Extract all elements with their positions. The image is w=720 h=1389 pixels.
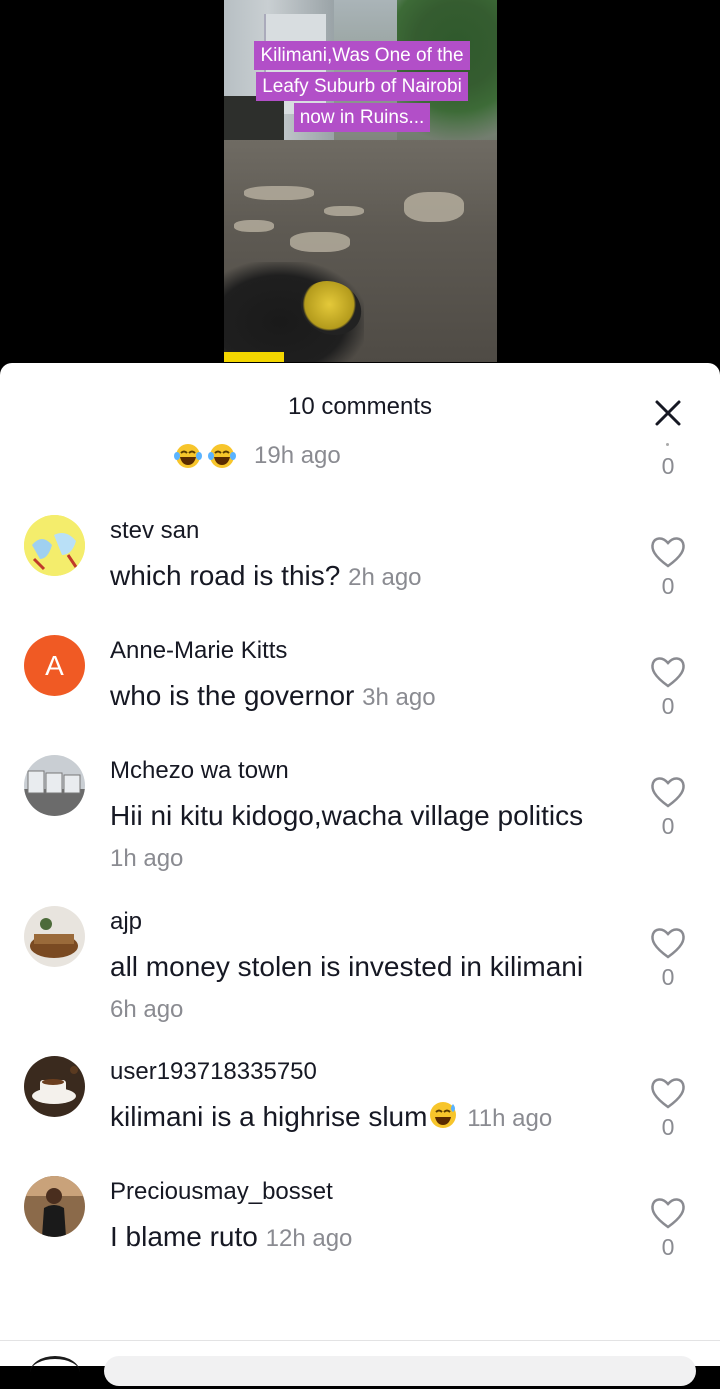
heart-icon bbox=[651, 1078, 685, 1109]
comment-timestamp: 19h ago bbox=[254, 442, 341, 469]
comment-username[interactable]: Preciousmay_bosset bbox=[110, 1178, 333, 1206]
puddle bbox=[324, 206, 364, 216]
avatar[interactable] bbox=[24, 906, 85, 967]
avatar-letter: A bbox=[45, 649, 64, 681]
puddle bbox=[234, 220, 274, 232]
caption-line: Kilimani,Was One of the bbox=[254, 41, 470, 70]
divider bbox=[0, 1340, 720, 1341]
avatar[interactable] bbox=[24, 1176, 85, 1237]
comment-text: I blame ruto 12h ago bbox=[110, 1216, 610, 1259]
puddle bbox=[290, 232, 350, 252]
comment-body: Hii ni kitu kidogo,wacha village politic… bbox=[110, 800, 584, 831]
caption-line: Leafy Suburb of Nairobi bbox=[256, 72, 468, 101]
comment-timestamp: 2h ago bbox=[348, 564, 422, 591]
like-count: 0 bbox=[661, 573, 675, 599]
like-count: 0 bbox=[661, 693, 675, 719]
partial-like-icon[interactable] bbox=[666, 443, 669, 446]
comment-username[interactable]: stev san bbox=[110, 517, 199, 545]
like-count: 0 bbox=[661, 964, 675, 990]
caption-line: now in Ruins... bbox=[293, 103, 431, 132]
comments-sheet: 10 comments 19h ago 0 stev san which roa… bbox=[0, 363, 720, 1386]
add-comment-input[interactable] bbox=[104, 1356, 696, 1386]
avatar[interactable] bbox=[24, 1056, 85, 1117]
puddle bbox=[244, 186, 314, 200]
comment-username[interactable]: Anne-Marie Kitts bbox=[110, 637, 287, 665]
like-count: 0 bbox=[661, 453, 675, 479]
comment-text: who is the governor 3h ago bbox=[110, 675, 610, 718]
comment-timestamp: 12h ago bbox=[265, 1225, 353, 1252]
close-icon bbox=[655, 400, 681, 426]
close-button[interactable] bbox=[650, 395, 686, 431]
comment-timestamp: 11h ago bbox=[467, 1105, 553, 1132]
comment-username[interactable]: Mchezo wa town bbox=[110, 757, 289, 785]
like-button[interactable] bbox=[649, 926, 687, 960]
video-caption: Kilimani,Was One of the Leafy Suburb of … bbox=[232, 40, 492, 133]
heart-icon bbox=[651, 657, 685, 688]
comment-body: all money stolen is invested in kilimani bbox=[110, 951, 584, 982]
like-button[interactable] bbox=[649, 655, 687, 689]
comment-timestamp: 1h ago bbox=[110, 845, 184, 872]
comments-count-title: 10 comments bbox=[287, 393, 433, 420]
comment-body: who is the governor bbox=[110, 680, 355, 711]
like-button[interactable] bbox=[649, 1196, 687, 1230]
heart-icon bbox=[651, 537, 685, 568]
avatar[interactable]: A bbox=[24, 635, 85, 696]
current-user-avatar[interactable] bbox=[30, 1356, 80, 1389]
comment-text: all money stolen is invested in kilimani… bbox=[110, 946, 610, 1030]
video-area[interactable]: Kilimani,Was One of the Leafy Suburb of … bbox=[0, 0, 720, 380]
comment-username[interactable]: user193718335750 bbox=[110, 1058, 317, 1086]
comment-text: which road is this? 2h ago bbox=[110, 555, 610, 598]
puddle bbox=[404, 192, 464, 222]
avatar[interactable] bbox=[24, 755, 85, 816]
comment-timestamp: 6h ago bbox=[110, 996, 184, 1023]
like-button[interactable] bbox=[649, 1076, 687, 1110]
comment-timestamp: 3h ago bbox=[362, 684, 436, 711]
comment-body: I blame ruto bbox=[110, 1221, 258, 1252]
avatar[interactable] bbox=[24, 515, 85, 576]
comment-text: kilimani is a highrise slum 11h ago bbox=[110, 1096, 610, 1141]
comment-username[interactable]: ajp bbox=[110, 908, 142, 936]
like-button[interactable] bbox=[649, 535, 687, 569]
comment-body: kilimani is a highrise slum bbox=[110, 1101, 428, 1132]
comment-body: which road is this? bbox=[110, 560, 341, 591]
laughing-emoji-icon bbox=[172, 442, 204, 470]
video-motorbike-fairing bbox=[224, 352, 284, 362]
like-count: 0 bbox=[661, 1114, 675, 1140]
laughing-emoji-icon bbox=[206, 442, 238, 470]
heart-icon bbox=[651, 1198, 685, 1229]
comment-text: Hii ni kitu kidogo,wacha village politic… bbox=[110, 795, 610, 879]
partial-comment-row: 19h ago bbox=[172, 441, 341, 471]
heart-icon bbox=[651, 928, 685, 959]
like-button[interactable] bbox=[649, 775, 687, 809]
heart-icon bbox=[651, 777, 685, 808]
grinning-sweat-emoji-icon bbox=[427, 1100, 459, 1141]
like-count: 0 bbox=[661, 1234, 675, 1260]
like-count: 0 bbox=[661, 813, 675, 839]
